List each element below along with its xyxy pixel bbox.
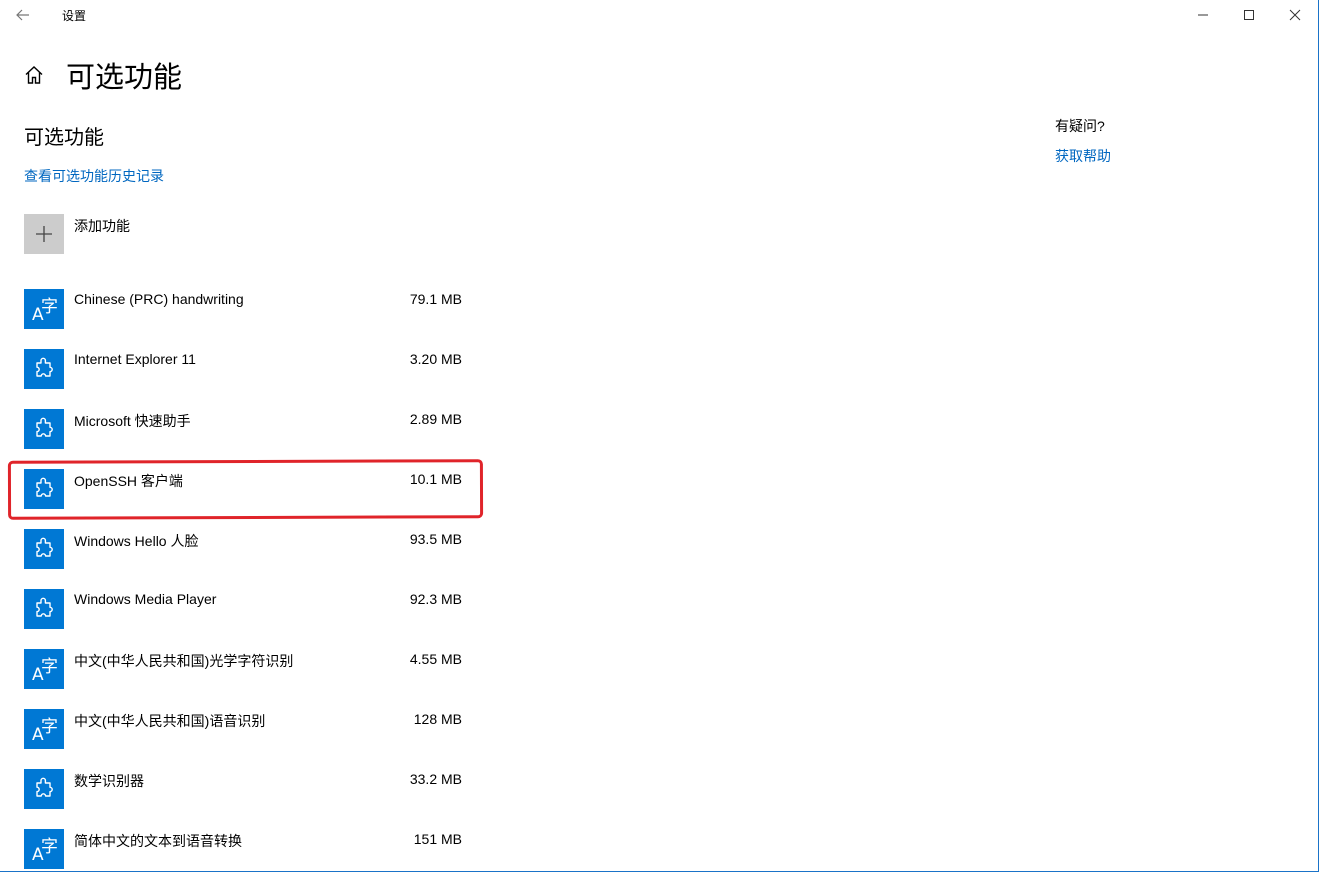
feature-item[interactable]: 数学识别器 33.2 MB <box>24 769 464 829</box>
feature-icon-box: 字A <box>24 289 64 329</box>
add-feature-button[interactable]: 添加功能 <box>24 214 130 254</box>
feature-icon-box: 字A <box>24 709 64 749</box>
puzzle-icon <box>36 417 53 437</box>
back-button[interactable] <box>8 2 38 28</box>
feature-name: 中文(中华人民共和国)光学字符识别 <box>74 653 294 669</box>
page-title: 可选功能 <box>66 62 183 94</box>
close-button[interactable] <box>1272 0 1318 30</box>
feature-name: Internet Explorer 11 <box>74 351 196 367</box>
back-arrow-icon <box>16 9 29 21</box>
feature-item[interactable]: 字 A 中文(中华人民共和国)光学字符识别 4.55 MB <box>24 649 464 709</box>
feature-icon-box <box>24 769 64 809</box>
language-icon: 字A <box>32 717 58 745</box>
feature-size: 93.5 MB <box>409 531 462 547</box>
plus-icon <box>36 226 52 242</box>
get-help-link[interactable]: 获取帮助 <box>1055 146 1111 166</box>
feature-name: 简体中文的文本到语音转换 <box>74 833 242 849</box>
feature-item[interactable]: 字 A 中文(中华人民共和国)语音识别 128 MB <box>24 709 464 769</box>
add-feature-label: 添加功能 <box>74 218 130 234</box>
annotation-highlight-box <box>7 459 484 520</box>
maximize-icon <box>1244 10 1254 20</box>
feature-size: 92.3 MB <box>409 591 462 607</box>
feature-name: 数学识别器 <box>74 773 144 789</box>
puzzle-icon <box>36 357 53 377</box>
feature-size: 128 MB <box>413 711 462 727</box>
feature-name: Windows Media Player <box>74 591 217 607</box>
minimize-icon <box>1198 14 1208 16</box>
feature-icon-box: 字A <box>24 649 64 689</box>
feature-icon-box: 字A <box>24 829 64 869</box>
feature-icon-box <box>24 529 64 569</box>
history-link[interactable]: 查看可选功能历史记录 <box>24 166 164 186</box>
help-question: 有疑问? <box>1055 118 1105 134</box>
feature-name: 中文(中华人民共和国)语音识别 <box>74 713 266 729</box>
language-icon: 字A <box>32 837 58 865</box>
feature-item[interactable]: 字 A Chinese (PRC) handwriting 79.1 MB <box>24 289 464 349</box>
feature-name: Microsoft 快速助手 <box>74 413 191 429</box>
feature-icon-box <box>24 349 64 389</box>
feature-name: Chinese (PRC) handwriting <box>74 291 244 307</box>
feature-icon-box <box>24 409 64 449</box>
title-bar: 设置 <box>0 0 1321 30</box>
language-icon: 字A <box>32 657 58 685</box>
help-panel: 有疑问? 获取帮助 <box>1055 116 1111 166</box>
feature-size: 33.2 MB <box>409 771 462 787</box>
feature-size: 151 MB <box>413 831 462 847</box>
puzzle-icon <box>36 597 53 617</box>
feature-list: 字 A Chinese (PRC) handwriting 79.1 MB Intern… <box>24 289 464 889</box>
page-header: 可选功能 <box>24 54 182 96</box>
feature-size: 3.20 MB <box>409 351 462 367</box>
close-icon <box>1289 9 1301 21</box>
puzzle-icon <box>36 537 53 557</box>
home-icon[interactable] <box>24 65 44 85</box>
window-title: 设置 <box>62 9 87 23</box>
feature-item[interactable]: Windows Hello 人脸 93.5 MB <box>24 529 464 589</box>
feature-item[interactable]: Internet Explorer 11 3.20 MB <box>24 349 464 409</box>
puzzle-icon <box>36 777 53 797</box>
maximize-button[interactable] <box>1226 0 1272 30</box>
minimize-button[interactable] <box>1180 0 1226 30</box>
feature-item[interactable]: 字 A 简体中文的文本到语音转换 151 MB <box>24 829 464 889</box>
feature-size: 2.89 MB <box>409 411 462 427</box>
feature-name: Windows Hello 人脸 <box>74 533 199 549</box>
feature-size: 4.55 MB <box>409 651 462 667</box>
add-icon-box <box>24 214 64 254</box>
language-icon: 字A <box>32 297 58 325</box>
feature-icon-box <box>24 589 64 629</box>
feature-item[interactable]: Windows Media Player 92.3 MB <box>24 589 464 649</box>
feature-size: 79.1 MB <box>409 291 462 307</box>
section-title: 可选功能 <box>24 127 104 149</box>
